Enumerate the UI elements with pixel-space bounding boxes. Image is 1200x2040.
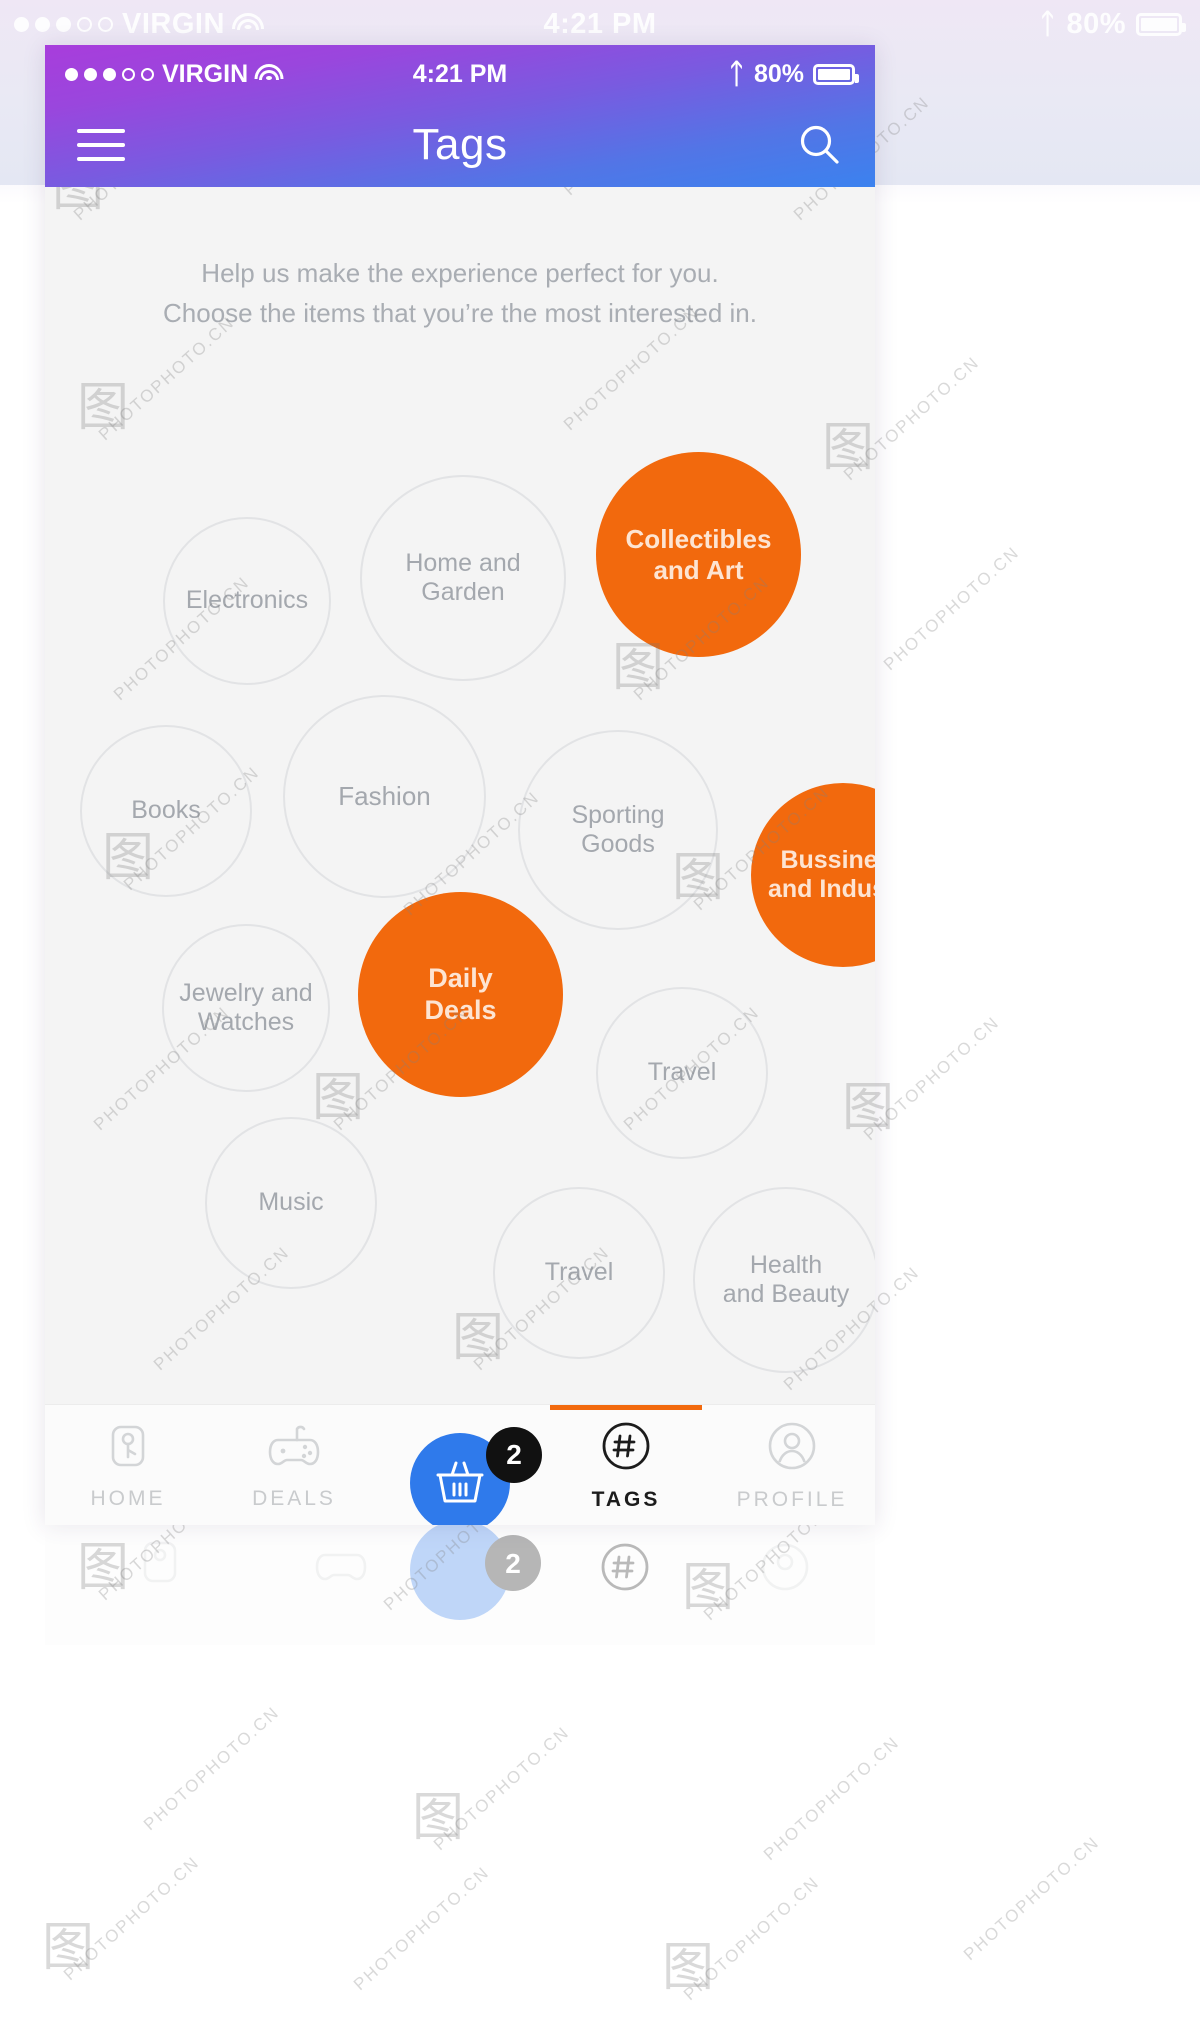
- tag-bubble-label: Health and Beauty: [723, 1251, 850, 1310]
- tag-bubble-daily-deals[interactable]: Daily Deals: [358, 892, 563, 1097]
- help-line-1: Help us make the experience perfect for …: [201, 258, 719, 288]
- tab-home[interactable]: HOME: [45, 1405, 211, 1525]
- tag-label-line: Travel: [647, 1058, 717, 1087]
- tag-bubble-health-and-beauty[interactable]: Health and Beauty: [693, 1187, 875, 1373]
- tag-label-line: Collectibles: [625, 523, 772, 554]
- tag-bubble-travel[interactable]: Travel: [493, 1187, 665, 1359]
- basket-icon: [436, 1461, 484, 1503]
- tag-bubble-fashion[interactable]: Fashion: [283, 695, 486, 898]
- tab-deals[interactable]: DEALS: [211, 1405, 377, 1525]
- app-status-right: ᛏ 80%: [728, 58, 859, 89]
- tab-profile[interactable]: PROFILE: [709, 1405, 875, 1525]
- tag-bubble-label: Travel: [648, 1058, 717, 1088]
- battery-percent-label: 80%: [753, 59, 804, 88]
- tag-bubble-music[interactable]: Music: [205, 1117, 377, 1289]
- tag-label-line: Deals: [424, 994, 497, 1025]
- active-tab-indicator: [550, 1405, 702, 1410]
- tag-label-line: and Industry: [767, 875, 875, 903]
- tag-bubble-collectibles-and-art[interactable]: Collectibles and Art: [596, 452, 801, 657]
- tag-bubble-label: Bussinessand Industry: [768, 846, 875, 905]
- phone-screen: VIRGIN 4:21 PM ᛏ 80% Tags Help us make t…: [45, 45, 875, 1525]
- tag-label-line: Goods: [581, 830, 655, 858]
- tag-bubble-label: Travel: [545, 1258, 614, 1288]
- tab-tags-label: TAGS: [591, 1487, 661, 1511]
- tag-label-line: Bussiness: [780, 845, 875, 874]
- tag-bubble-electronics[interactable]: Electronics: [163, 517, 331, 685]
- tag-label-line: Books: [131, 796, 201, 825]
- tag-label-line: Music: [258, 1188, 324, 1217]
- battery-icon: [1136, 12, 1186, 36]
- tags-body: Help us make the experience perfect for …: [45, 187, 875, 1405]
- battery-percent-label: 80%: [1066, 7, 1126, 40]
- hash-circle-icon: [599, 1419, 653, 1478]
- tag-label-line: Jewelry and: [179, 978, 313, 1007]
- app-status-bar: VIRGIN 4:21 PM ᛏ 80%: [45, 45, 875, 103]
- tag-label-line: Fashion: [338, 781, 431, 812]
- tag-label-line: Sporting: [571, 800, 665, 829]
- tag-bubble-label: Books: [131, 796, 200, 826]
- tag-bubble-sporting-goods[interactable]: Sporting Goods: [518, 730, 718, 930]
- tag-bubble-label: Daily Deals: [424, 963, 496, 1027]
- gamepad-icon: [264, 1420, 324, 1477]
- tab-profile-label: PROFILE: [736, 1487, 848, 1511]
- tag-bubble-label: Collectibles and Art: [626, 524, 772, 585]
- tag-bubble-label: Sporting Goods: [571, 801, 664, 860]
- bluetooth-icon: ᛏ: [728, 58, 745, 89]
- tag-label-line: Home and: [405, 548, 521, 577]
- tag-bubble-label: Electronics: [186, 586, 308, 616]
- tag-label-line: and Beauty: [722, 1280, 850, 1308]
- tag-bubble-books[interactable]: Books: [80, 725, 252, 897]
- search-icon[interactable]: [797, 122, 843, 168]
- help-text: Help us make the experience perfect for …: [45, 253, 875, 333]
- tag-label-line: Garden: [421, 578, 505, 606]
- bottom-tab-bar: HOME DEALS 2 TAGS PROFILE: [45, 1404, 875, 1525]
- tag-bubble-label: Jewelry and Watches: [179, 979, 312, 1038]
- hamburger-menu-icon[interactable]: [77, 129, 125, 161]
- tag-label-line: Electronics: [185, 586, 309, 615]
- tag-bubble-label: Home and Garden: [405, 549, 520, 608]
- tab-cart[interactable]: 2: [377, 1405, 543, 1525]
- outer-status-right: ᛏ 80%: [1039, 7, 1186, 41]
- cart-badge: 2: [486, 1427, 542, 1483]
- tag-label-line: Daily: [428, 962, 493, 993]
- page-title: Tags: [412, 120, 508, 169]
- help-line-2: Choose the items that you’re the most in…: [163, 298, 757, 328]
- tag-bubble-jewelry-and-watches[interactable]: Jewelry and Watches: [162, 924, 330, 1092]
- tab-deals-label: DEALS: [252, 1486, 336, 1510]
- tag-label-line: Travel: [544, 1258, 614, 1287]
- tag-bubble-travel[interactable]: Travel: [596, 987, 768, 1159]
- tag-label-line: and Art: [653, 554, 744, 585]
- tab-home-label: HOME: [90, 1486, 166, 1510]
- bluetooth-icon: ᛏ: [1039, 8, 1057, 39]
- person-circle-icon: [765, 1419, 819, 1478]
- battery-icon: [813, 63, 859, 85]
- tag-bubble-bussiness-and-industry[interactable]: Bussinessand Industry: [751, 783, 875, 967]
- outer-status-bar: VIRGIN 4:21 PM ᛏ 80%: [0, 0, 1200, 48]
- tab-tags[interactable]: TAGS: [543, 1405, 709, 1525]
- home-icon: [102, 1420, 154, 1477]
- tag-bubble-home-and-garden[interactable]: Home and Garden: [360, 475, 566, 681]
- tag-label-line: Watches: [197, 1008, 295, 1036]
- tag-bubble-label: Fashion: [338, 781, 431, 812]
- app-navigation-bar: Tags: [45, 103, 875, 187]
- clock-label: 4:21 PM: [543, 7, 657, 40]
- tag-label-line: Health: [749, 1250, 823, 1279]
- tag-bubble-label: Music: [258, 1188, 323, 1218]
